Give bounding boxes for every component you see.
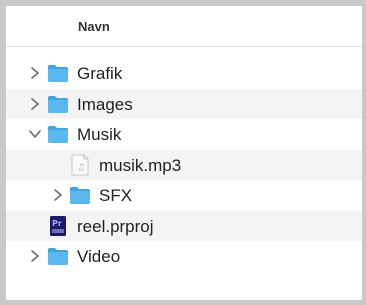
- audio-file-icon: ♫: [69, 154, 91, 176]
- folder-icon: [47, 62, 69, 84]
- folder-icon: [47, 123, 69, 145]
- chevron-right-icon[interactable]: [28, 97, 42, 111]
- folder-icon: [47, 93, 69, 115]
- list-item-images[interactable]: Images: [6, 88, 362, 119]
- list-item-grafik[interactable]: Grafik: [6, 58, 362, 89]
- chevron-right-icon[interactable]: [51, 188, 65, 202]
- chevron-right-icon[interactable]: [28, 66, 42, 80]
- empty-row: [6, 272, 362, 301]
- svg-text:♫: ♫: [77, 163, 85, 173]
- file-list: Grafik Images Musik ♫ musik.mp3 SFX Pr r…: [6, 58, 362, 300]
- item-label: reel.prproj: [77, 216, 154, 236]
- item-label: SFX: [99, 186, 133, 205]
- item-label: Video: [77, 247, 121, 266]
- list-item-sfx[interactable]: SFX: [6, 180, 362, 211]
- svg-text:Pr: Pr: [52, 219, 62, 228]
- column-header-name[interactable]: Navn: [78, 19, 110, 34]
- chevron-down-icon[interactable]: [28, 127, 42, 141]
- premiere-project-icon: Pr: [47, 215, 69, 237]
- folder-icon: [69, 184, 91, 206]
- list-header: Navn: [6, 6, 362, 47]
- list-item-video[interactable]: Video: [6, 241, 362, 272]
- item-label: musik.mp3: [99, 155, 182, 175]
- folder-icon: [47, 245, 69, 267]
- list-item-reel-prproj[interactable]: Pr reel.prproj: [6, 210, 362, 241]
- list-item-musik[interactable]: Musik: [6, 119, 362, 150]
- finder-window: Navn Grafik Images Musik ♫ musik.mp3 SFX…: [6, 6, 362, 300]
- list-item-musik-mp3[interactable]: ♫ musik.mp3: [6, 149, 362, 180]
- item-label: Images: [77, 94, 133, 114]
- item-label: Grafik: [77, 64, 123, 83]
- item-label: Musik: [77, 125, 122, 144]
- chevron-right-icon[interactable]: [28, 249, 42, 263]
